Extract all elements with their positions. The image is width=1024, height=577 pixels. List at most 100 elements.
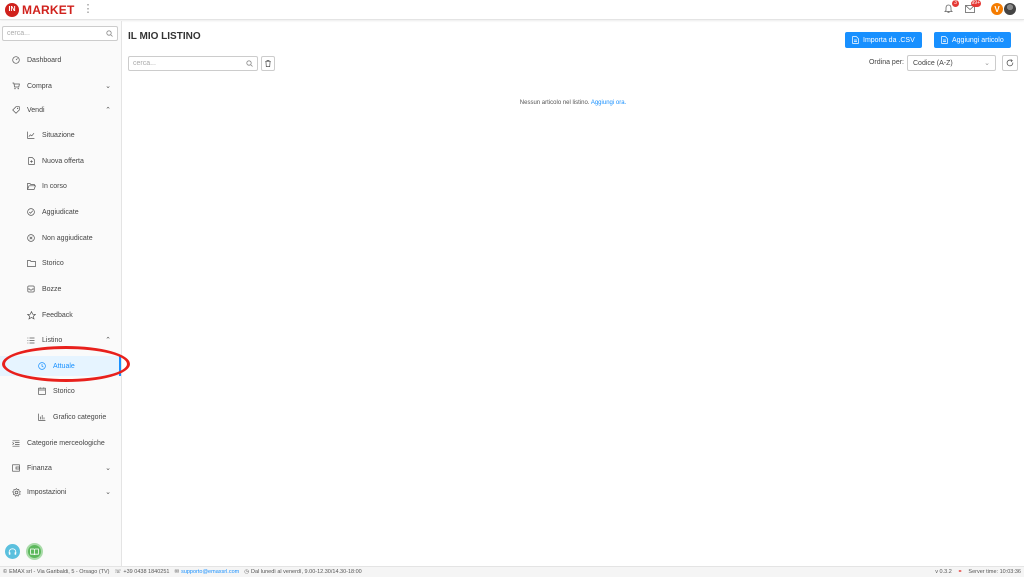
sidebar-item-impostazioni[interactable]: Impostazioni ⌄ xyxy=(0,482,121,502)
sidebar-item-storico-listino[interactable]: Storico xyxy=(0,381,121,401)
add-article-label: Aggiungi articolo xyxy=(952,36,1004,44)
footer-company: © EMAX srl - Via Garibaldi, 5 - Orsago (… xyxy=(3,569,110,575)
sidebar-item-categorie-merceologiche[interactable]: Categorie merceologiche xyxy=(0,433,121,453)
dashboard-icon xyxy=(11,55,21,65)
sidebar-item-label: Listino xyxy=(42,336,63,344)
sidebar-item-label: In corso xyxy=(42,182,67,190)
refresh-button[interactable] xyxy=(1002,55,1018,71)
menu-fold-icon xyxy=(11,438,21,448)
add-article-button[interactable]: Aggiungi articolo xyxy=(934,32,1011,48)
messages-badge: 99+ xyxy=(970,0,981,7)
chevron-down-icon: ⌄ xyxy=(105,465,111,472)
sidebar-item-non-aggiudicate[interactable]: Non aggiudicate xyxy=(0,228,121,248)
mail-icon[interactable]: 99+ xyxy=(963,0,981,16)
tag-icon xyxy=(11,105,21,115)
clock-icon: ◷ xyxy=(244,569,250,575)
sidebar-item-attuale[interactable]: Attuale xyxy=(0,356,121,376)
link-icon[interactable]: ⚭ xyxy=(958,569,963,575)
sidebar-item-label: Compra xyxy=(27,82,52,90)
sidebar-item-feedback[interactable]: Feedback xyxy=(0,305,121,325)
book-guide-icon[interactable] xyxy=(26,543,43,560)
sidebar-item-grafico-categorie[interactable]: Grafico categorie xyxy=(0,407,121,427)
sidebar-item-label: Dashboard xyxy=(27,56,62,64)
sidebar-item-in-corso[interactable]: In corso xyxy=(0,176,121,196)
sidebar-item-label: Categorie merceologiche xyxy=(27,439,105,447)
sidebar-search[interactable] xyxy=(2,26,118,41)
sidebar-item-bozze[interactable]: Bozze xyxy=(0,279,121,299)
file-icon xyxy=(852,36,859,44)
footer-hours-text: Dal lunedì al venerdì, 9.00-12.30/14.30-… xyxy=(251,569,362,575)
kebab-vertical-icon[interactable]: ⋮ xyxy=(83,4,94,15)
listino-search-input[interactable] xyxy=(133,60,246,67)
sidebar-item-aggiudicate[interactable]: Aggiudicate xyxy=(0,202,121,222)
delete-button[interactable] xyxy=(261,56,275,71)
empty-state-text: Nessun articolo nel listino. xyxy=(519,100,590,106)
sidebar-item-label: Situazione xyxy=(42,131,75,139)
sidebar-item-nuova-offerta[interactable]: Nuova offerta xyxy=(0,151,121,171)
sidebar-item-label: Impostazioni xyxy=(27,488,67,496)
chevron-down-icon: ⌄ xyxy=(984,60,990,67)
footer-phone: ☏ +39 0438 1840251 xyxy=(115,569,170,575)
file-icon xyxy=(941,36,948,44)
chevron-down-icon: ⌄ xyxy=(105,83,111,90)
footer: © EMAX srl - Via Garibaldi, 5 - Orsago (… xyxy=(0,566,1024,577)
sidebar-item-situazione[interactable]: Situazione xyxy=(0,125,121,145)
setting-icon xyxy=(11,487,21,497)
logo-mark: IN xyxy=(5,2,19,17)
footer-email-link[interactable]: supporto@emaxsrl.com xyxy=(181,569,239,575)
close-circle-icon xyxy=(26,233,36,243)
empty-state-message: Nessun articolo nel listino. Aggiungi or… xyxy=(122,100,1024,106)
footer-email: ✉ supporto@emaxsrl.com xyxy=(174,569,239,575)
check-circle-icon xyxy=(26,207,36,217)
user-avatar[interactable] xyxy=(1004,3,1016,15)
trash-icon xyxy=(265,60,271,67)
sidebar-item-finanza[interactable]: Finanza ⌄ xyxy=(0,458,121,478)
bell-icon[interactable]: 3 xyxy=(941,0,959,16)
add-now-link[interactable]: Aggiungi ora. xyxy=(591,100,626,106)
wallet-icon xyxy=(11,463,21,473)
bar-chart-icon xyxy=(37,412,47,422)
copyright-icon: © xyxy=(3,569,8,575)
sidebar-search-input[interactable] xyxy=(7,30,106,37)
version-text: v 0.3.2 xyxy=(935,569,952,575)
sidebar: Dashboard Compra ⌄ Vendi ⌃ Situazione Nu… xyxy=(0,21,122,566)
footer-hours: ◷ Dal lunedì al venerdì, 9.00-12.30/14.3… xyxy=(244,569,362,575)
sort-label: Ordina per: xyxy=(868,59,904,66)
calendar-icon xyxy=(37,386,47,396)
chevron-up-icon: ⌃ xyxy=(105,337,111,344)
user-initial-avatar[interactable]: V xyxy=(991,3,1003,15)
sidebar-item-label: Attuale xyxy=(53,362,75,370)
import-csv-button[interactable]: Importa da .CSV xyxy=(845,32,922,48)
app-logo[interactable]: IN MARKET xyxy=(5,2,75,17)
sidebar-item-vendi[interactable]: Vendi ⌃ xyxy=(0,100,121,120)
sidebar-item-compra[interactable]: Compra ⌄ xyxy=(0,76,121,96)
sort-select-value: Codice (A-Z) xyxy=(913,59,953,67)
file-add-icon xyxy=(26,156,36,166)
sidebar-item-storico-vendi[interactable]: Storico xyxy=(0,253,121,273)
sidebar-item-label: Storico xyxy=(42,259,64,267)
sidebar-item-label: Non aggiudicate xyxy=(42,234,93,242)
star-icon xyxy=(26,310,36,320)
main-content: IL MIO LISTINO Importa da .CSV Aggiungi … xyxy=(122,21,1024,566)
sort-select[interactable]: Codice (A-Z) ⌄ xyxy=(907,55,996,71)
sidebar-item-label: Storico xyxy=(53,387,75,395)
footer-company-text: EMAX srl - Via Garibaldi, 5 - Orsago (TV… xyxy=(9,569,110,575)
mail-icon: ✉ xyxy=(174,569,180,575)
sidebar-item-dashboard[interactable]: Dashboard xyxy=(0,50,121,70)
sidebar-item-label: Feedback xyxy=(42,311,73,319)
list-icon xyxy=(26,335,36,345)
search-icon[interactable] xyxy=(106,30,113,37)
listino-search[interactable] xyxy=(128,56,258,71)
search-icon[interactable] xyxy=(246,60,253,67)
page-title: IL MIO LISTINO xyxy=(128,31,201,42)
reload-icon xyxy=(1006,59,1014,67)
server-time-text: Server time: 10:03:36 xyxy=(968,569,1021,575)
sidebar-item-label: Grafico categorie xyxy=(53,413,107,421)
chevron-up-icon: ⌃ xyxy=(105,107,111,114)
headset-support-icon[interactable] xyxy=(5,544,20,559)
folder-icon xyxy=(26,258,36,268)
sidebar-item-listino[interactable]: Listino ⌃ xyxy=(0,330,121,350)
notifications-badge: 3 xyxy=(952,0,959,7)
top-right-actions: 3 99+ V xyxy=(941,0,1016,16)
folder-open-icon xyxy=(26,181,36,191)
